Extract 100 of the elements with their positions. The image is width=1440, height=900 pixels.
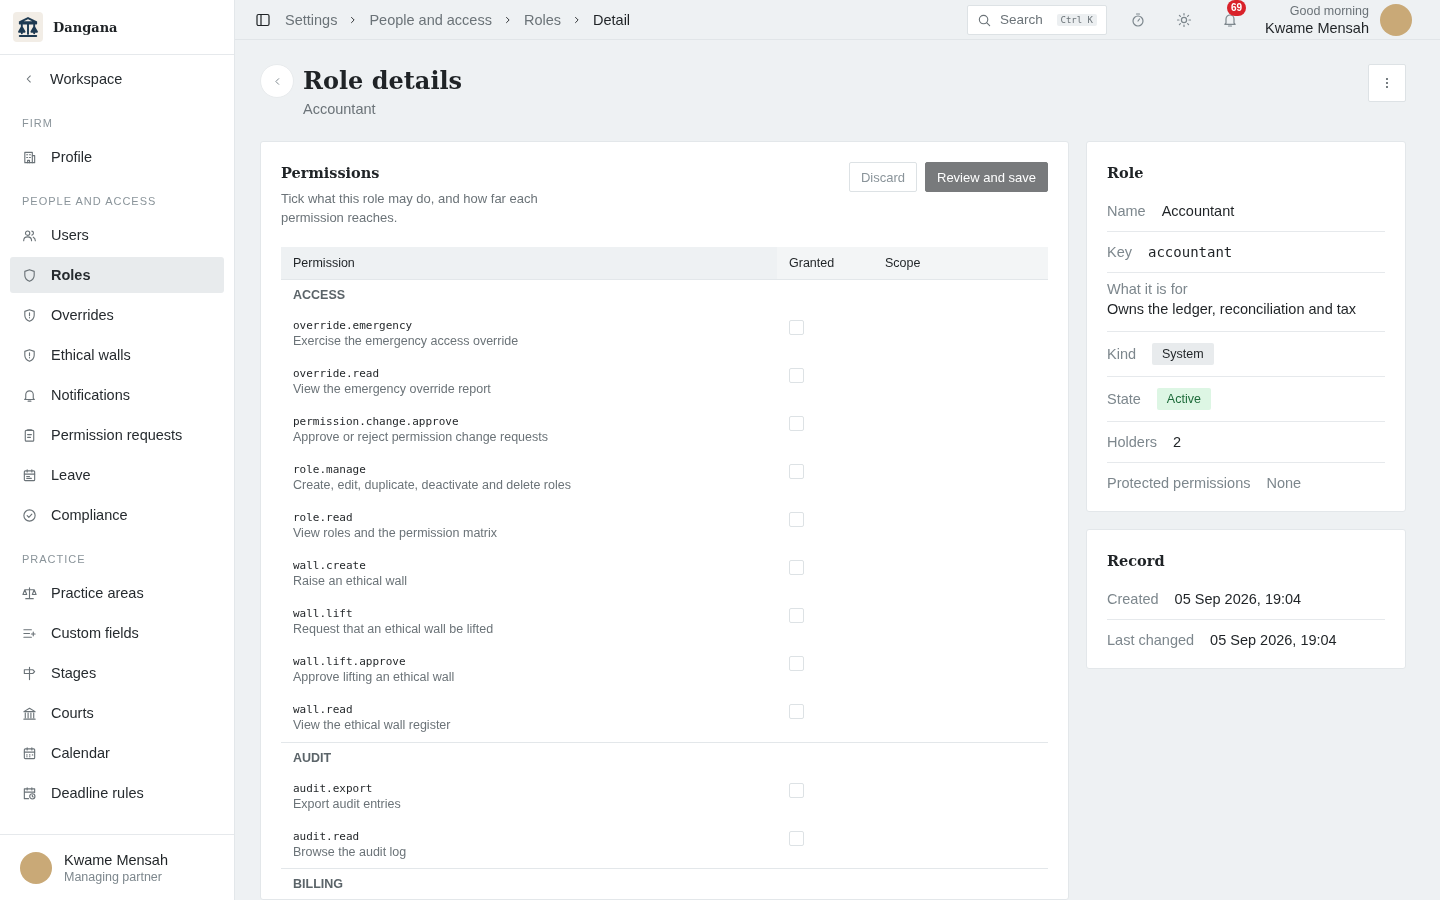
- nav-item[interactable]: Roles: [10, 257, 224, 293]
- group-heading: BILLING: [293, 877, 343, 891]
- field-label: Last changed: [1107, 632, 1195, 648]
- nav-item[interactable]: Notifications: [10, 377, 224, 413]
- checkbox[interactable]: [789, 656, 804, 671]
- sun-icon: [1176, 11, 1193, 28]
- breadcrumb-link[interactable]: Detail: [593, 11, 631, 28]
- avatar: [20, 851, 52, 884]
- checkbox[interactable]: [789, 560, 804, 575]
- clipboard-icon: [22, 427, 37, 443]
- field-label: Name: [1107, 203, 1146, 219]
- permission-key: audit.export: [293, 772, 765, 795]
- nav-item[interactable]: Profile: [10, 139, 224, 175]
- nav-item[interactable]: Calendar: [10, 735, 224, 771]
- nav-item[interactable]: Users: [10, 217, 224, 253]
- page-title: Role details: [303, 66, 464, 95]
- permission-key: wall.lift.approve: [293, 646, 765, 668]
- permission-description: Export audit entries: [293, 796, 402, 811]
- breadcrumb-link[interactable]: People and access: [369, 11, 492, 28]
- brand-name: Dangana: [53, 19, 118, 35]
- column-header: Granted: [777, 247, 873, 280]
- permission-description: View roles and the permission matrix: [293, 526, 499, 540]
- permission-key: override.emergency: [293, 310, 765, 332]
- permission-key: permission.change.approve: [293, 406, 765, 428]
- permission-description: Request that an ethical wall be lifted: [293, 622, 495, 636]
- permission-key: override.read: [293, 358, 765, 380]
- checkbox[interactable]: [789, 782, 804, 798]
- column-header: Scope: [873, 247, 1048, 280]
- shield-alert-icon: [22, 347, 37, 363]
- back-button[interactable]: [260, 64, 294, 98]
- section-heading: PRACTICE: [21, 553, 87, 565]
- nav-item[interactable]: Courts: [10, 695, 224, 731]
- field-label: Key: [1107, 244, 1132, 260]
- sidebar-toggle-icon[interactable]: [255, 11, 271, 28]
- nav-item[interactable]: Custom fields: [10, 615, 224, 651]
- search-icon: [977, 12, 993, 28]
- bank-icon: [22, 705, 37, 721]
- permission-key: audit.read: [293, 820, 765, 843]
- permission-description: Approve or reject permission change requests: [293, 430, 549, 444]
- permission-key: role.manage: [293, 454, 765, 476]
- shield-alert-icon: [22, 307, 37, 323]
- check-circle-icon: [22, 507, 37, 523]
- permission-description: View the ethical wall register: [293, 718, 452, 732]
- section-heading: FIRM: [21, 117, 54, 129]
- checkbox[interactable]: [789, 704, 804, 719]
- checkbox[interactable]: [789, 512, 804, 527]
- card-title: Role: [1107, 164, 1145, 181]
- permission-description: View the emergency override report: [293, 382, 492, 396]
- calendar-icon: [22, 467, 37, 483]
- kind-tag: System: [1152, 343, 1214, 365]
- card-title: Permissions: [281, 164, 381, 181]
- checkbox[interactable]: [789, 464, 804, 479]
- nav-item[interactable]: Practice areas: [10, 575, 224, 611]
- user-name: Kwame Mensah: [1265, 19, 1369, 36]
- field-label: Holders: [1107, 434, 1157, 450]
- nav-item[interactable]: Compliance: [10, 497, 224, 533]
- nav-item[interactable]: Stages: [10, 655, 224, 691]
- status-tag: Active: [1156, 388, 1211, 410]
- section-heading: PEOPLE AND ACCESS: [21, 195, 158, 207]
- building-icon: [22, 149, 37, 165]
- breadcrumb-link[interactable]: Settings: [285, 11, 338, 28]
- people-icon: [22, 227, 37, 243]
- card-title: Record: [1107, 552, 1166, 569]
- checkbox[interactable]: [789, 368, 804, 383]
- field-value: 2: [1172, 434, 1182, 450]
- column-header: Permission: [281, 247, 777, 280]
- checkbox[interactable]: [789, 608, 804, 623]
- checkbox[interactable]: [789, 416, 804, 431]
- stopwatch-icon: [1130, 11, 1147, 28]
- greeting-text: Good morning: [1288, 3, 1369, 18]
- permission-key: wall.read: [293, 694, 765, 716]
- nav-item[interactable]: Permission requests: [10, 417, 224, 453]
- scale-icon: [22, 585, 37, 601]
- calendar-clock-icon: [22, 785, 37, 801]
- checkbox[interactable]: [789, 320, 804, 335]
- group-heading: ACCESS: [293, 288, 346, 302]
- nav-item[interactable]: Ethical walls: [10, 337, 224, 373]
- field-value: accountant: [1148, 244, 1233, 260]
- field-label: Kind: [1107, 346, 1137, 362]
- permission-key: role.read: [293, 502, 765, 524]
- checkbox[interactable]: [789, 830, 804, 846]
- user-name: Kwame Mensah: [64, 851, 168, 868]
- permission-description: Browse the audit log: [293, 844, 408, 859]
- page-subtitle: Accountant: [303, 101, 377, 117]
- calendar-icon: [22, 745, 37, 761]
- more-button[interactable]: [1368, 64, 1406, 102]
- nav-item[interactable]: Deadline rules: [10, 775, 224, 811]
- permission-description: Approve lifting an ethical wall: [293, 670, 456, 684]
- avatar[interactable]: [1380, 3, 1412, 36]
- bell-icon: [22, 387, 37, 403]
- nav-item[interactable]: Leave: [10, 457, 224, 493]
- field-label: What it is for: [1107, 281, 1188, 297]
- breadcrumb-link[interactable]: Roles: [523, 11, 561, 28]
- field-value: Owns the ledger, reconciliation and tax: [1107, 301, 1357, 317]
- field-label: Protected permissions: [1107, 475, 1251, 491]
- field-label: Created: [1107, 591, 1159, 607]
- signpost-icon: [22, 665, 37, 681]
- back-link[interactable]: Workspace: [10, 61, 224, 97]
- nav-item[interactable]: Overrides: [10, 297, 224, 333]
- permission-key: wall.create: [293, 550, 765, 572]
